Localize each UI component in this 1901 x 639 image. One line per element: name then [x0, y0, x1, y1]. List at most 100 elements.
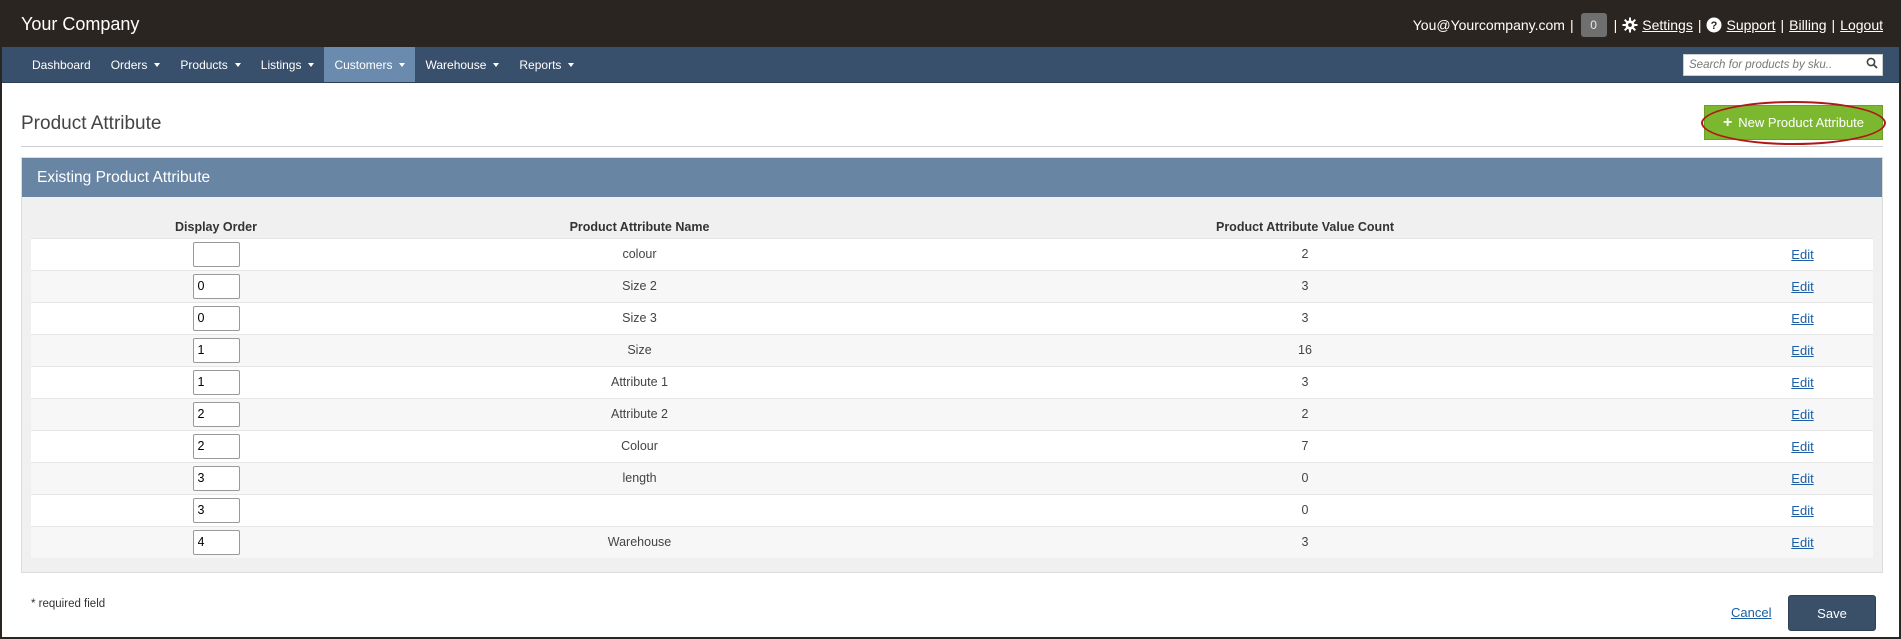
caret-down-icon: [308, 62, 315, 67]
display-order-input[interactable]: [192, 433, 240, 459]
new-product-attribute-button[interactable]: + New Product Attribute: [1704, 105, 1883, 140]
edit-link[interactable]: Edit: [1791, 375, 1813, 390]
attribute-name: Warehouse: [401, 525, 878, 558]
search-icon[interactable]: [1866, 57, 1878, 72]
value-count: 0: [878, 493, 1732, 526]
plus-icon: +: [1722, 113, 1733, 131]
user-menu: You@Yourcompany.com | 0 | Settings | ? S…: [1413, 12, 1883, 37]
value-count: 7: [878, 429, 1732, 462]
page-header: Product Attribute + New Product Attribut…: [21, 101, 1886, 147]
edit-link[interactable]: Edit: [1791, 439, 1813, 454]
nav-label: Customers: [334, 57, 393, 72]
logout-link[interactable]: Logout: [1840, 17, 1883, 33]
settings-link[interactable]: Settings: [1642, 17, 1693, 33]
page-title: Product Attribute: [21, 113, 162, 134]
display-order-input[interactable]: [192, 241, 240, 267]
search-input[interactable]: [1689, 58, 1866, 71]
nav-label: Listings: [260, 57, 302, 72]
separator: |: [1569, 16, 1574, 33]
separator: |: [1780, 16, 1785, 33]
table-row: Size 3 3 Edit: [31, 301, 1873, 334]
nav-customers[interactable]: Customers: [324, 47, 416, 82]
product-search: [1683, 53, 1883, 76]
top-bar: Your Company You@Yourcompany.com | 0 | S…: [2, 2, 1899, 47]
nav-label: Reports: [519, 57, 562, 72]
edit-link[interactable]: Edit: [1791, 471, 1813, 486]
nav-reports[interactable]: Reports: [509, 47, 584, 82]
table-row: 0 Edit: [31, 493, 1873, 526]
column-header-display-order: Display Order: [175, 219, 257, 234]
nav-dashboard[interactable]: Dashboard: [22, 47, 101, 82]
display-order-input[interactable]: [192, 369, 240, 395]
attribute-name: colour: [401, 237, 878, 270]
nav-label: Warehouse: [425, 57, 487, 72]
billing-link[interactable]: Billing: [1789, 17, 1826, 33]
value-count: 3: [878, 269, 1732, 302]
column-header-attribute-name: Product Attribute Name: [569, 219, 710, 234]
help-icon[interactable]: ?: [1706, 17, 1722, 33]
attribute-name: Size: [401, 333, 878, 366]
main-nav: Dashboard Orders Products Listings Custo…: [2, 47, 1899, 83]
edit-link[interactable]: Edit: [1791, 247, 1813, 262]
attribute-name: length: [401, 461, 878, 494]
separator: |: [1697, 16, 1702, 33]
display-order-input[interactable]: [192, 529, 240, 555]
table-row: Attribute 2 2 Edit: [31, 397, 1873, 430]
attributes-panel: Existing Product Attribute Display Order…: [21, 157, 1883, 573]
table-row: length 0 Edit: [31, 461, 1873, 494]
nav-label: Dashboard: [32, 57, 91, 72]
table-row: Colour 7 Edit: [31, 429, 1873, 462]
value-count: 3: [878, 525, 1732, 558]
nav-listings[interactable]: Listings: [251, 47, 325, 82]
attribute-name: [401, 493, 878, 526]
display-order-input[interactable]: [192, 497, 240, 523]
value-count: 2: [878, 237, 1732, 270]
new-button-label: New Product Attribute: [1738, 115, 1865, 130]
nav-orders[interactable]: Orders: [101, 47, 171, 82]
edit-link[interactable]: Edit: [1791, 535, 1813, 550]
table-row: Attribute 1 3 Edit: [31, 365, 1873, 398]
table-row: Size 2 3 Edit: [31, 269, 1873, 302]
gear-icon[interactable]: [1622, 17, 1638, 33]
svg-text:?: ?: [1711, 20, 1718, 32]
value-count: 3: [878, 301, 1732, 334]
caret-down-icon: [568, 62, 575, 67]
value-count: 16: [878, 333, 1732, 366]
nav-products[interactable]: Products: [170, 47, 250, 82]
cancel-link[interactable]: Cancel: [1731, 605, 1771, 620]
caret-down-icon: [493, 62, 500, 67]
edit-link[interactable]: Edit: [1791, 343, 1813, 358]
display-order-input[interactable]: [192, 401, 240, 427]
nav-label: Products: [180, 57, 228, 72]
panel-title: Existing Product Attribute: [22, 158, 1882, 197]
edit-link[interactable]: Edit: [1791, 311, 1813, 326]
caret-down-icon: [399, 62, 406, 67]
support-link[interactable]: Support: [1726, 17, 1775, 33]
edit-link[interactable]: Edit: [1791, 407, 1813, 422]
table-row: Size 16 Edit: [31, 333, 1873, 366]
value-count: 2: [878, 397, 1732, 430]
table-header-row: Display Order Product Attribute Name Pro…: [31, 207, 1873, 238]
nav-label: Orders: [110, 57, 148, 72]
value-count: 3: [878, 365, 1732, 398]
notification-badge[interactable]: 0: [1580, 12, 1607, 37]
separator: |: [1613, 16, 1618, 33]
display-order-input[interactable]: [192, 337, 240, 363]
display-order-input[interactable]: [192, 273, 240, 299]
attribute-name: Colour: [401, 429, 878, 462]
edit-link[interactable]: Edit: [1791, 503, 1813, 518]
display-order-input[interactable]: [192, 305, 240, 331]
attribute-name: Size 2: [401, 269, 878, 302]
column-header-value-count: Product Attribute Value Count: [1215, 219, 1394, 234]
edit-link[interactable]: Edit: [1791, 279, 1813, 294]
save-button[interactable]: Save: [1788, 595, 1876, 631]
attribute-name: Size 3: [401, 301, 878, 334]
nav-menu: Dashboard Orders Products Listings Custo…: [22, 47, 584, 82]
nav-warehouse[interactable]: Warehouse: [415, 47, 509, 82]
attributes-table: Display Order Product Attribute Name Pro…: [31, 207, 1873, 558]
caret-down-icon: [234, 62, 241, 67]
display-order-input[interactable]: [192, 465, 240, 491]
brand-name: Your Company: [21, 14, 140, 34]
attribute-name: Attribute 1: [401, 365, 878, 398]
value-count: 0: [878, 461, 1732, 494]
